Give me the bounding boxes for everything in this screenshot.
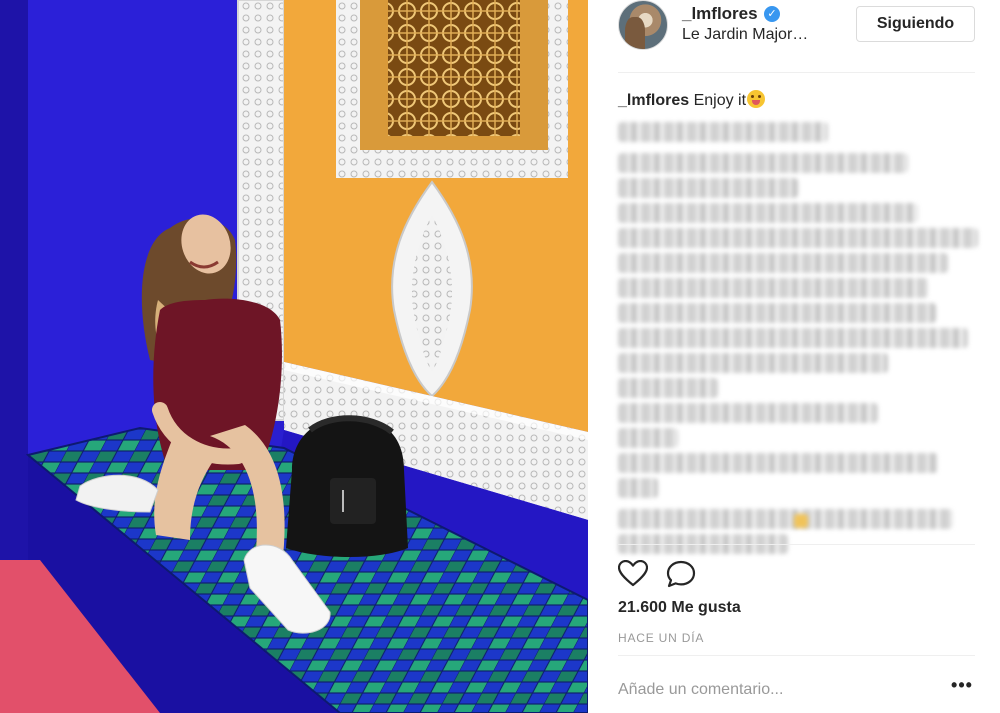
blurred-comment-line [618,403,878,423]
header-divider [618,72,975,73]
blurred-comment-line [618,453,938,473]
blurred-comment-line [618,203,918,223]
post-timestamp[interactable]: HACE UN DÍA [618,631,704,645]
heart-icon[interactable] [617,559,649,588]
caption: _lmflores Enjoy it [618,90,766,110]
blurred-comment-line [618,178,798,198]
more-options-icon[interactable]: ••• [950,676,974,700]
blurred-emoji-icon [794,514,808,528]
blurred-comment-line [618,428,678,448]
likes-count[interactable]: 21.600 Me gusta [618,599,741,617]
comments-list [618,122,978,559]
caption-text: Enjoy it [689,92,747,109]
add-comment-input[interactable] [618,678,938,702]
avatar[interactable] [618,0,668,50]
location-link[interactable]: Le Jardin Major… [682,26,808,44]
caption-username-link[interactable]: _lmflores [618,92,689,109]
blurred-comment-line [618,253,948,273]
following-button[interactable]: Siguiendo [856,6,975,42]
blurred-comment-line [618,378,718,398]
verified-badge-icon: ✓ [764,6,780,22]
post-details-panel: _lmflores ✓ Le Jardin Major… Siguiendo _… [588,0,1000,713]
footer-divider [618,655,975,656]
garden-photo-illustration [0,0,588,713]
winking-tongue-emoji-icon [747,90,766,108]
blurred-comment-line [618,122,828,142]
blurred-comment-line [618,509,953,529]
blurred-comment-line [618,228,978,248]
blurred-comment-line [618,478,658,498]
blurred-comment-line [618,303,936,323]
blurred-comment-line [618,353,888,373]
blurred-comment-line [618,278,928,298]
speech-bubble-icon[interactable] [666,560,696,588]
comments-divider [618,544,975,545]
post-photo[interactable] [0,0,588,713]
post-header: _lmflores ✓ Le Jardin Major… Siguiendo [588,0,1000,72]
username-link[interactable]: _lmflores [682,4,758,24]
blurred-comment-line [618,153,908,173]
blurred-comment-line [618,328,968,348]
